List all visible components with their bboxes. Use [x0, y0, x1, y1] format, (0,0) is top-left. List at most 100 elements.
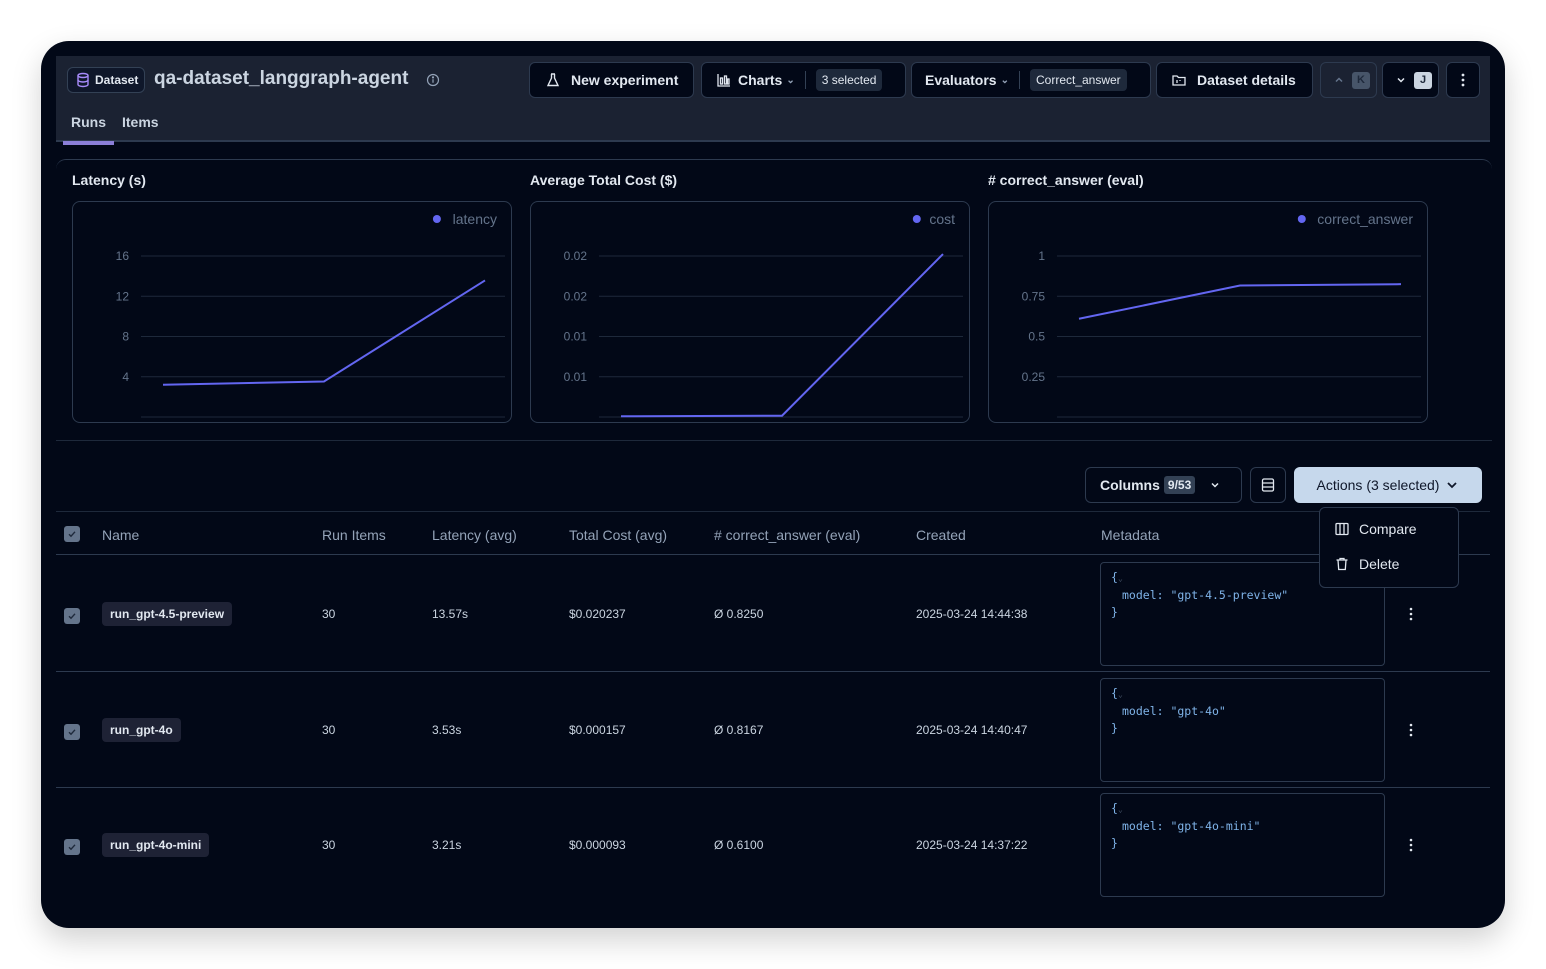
json-open-brace: {: [1111, 570, 1118, 584]
evaluators-button[interactable]: Evaluators ⌄ Correct_answer: [911, 62, 1151, 98]
run-items-cell: 30: [322, 723, 336, 737]
y-tick-label: 0.25: [1022, 370, 1046, 384]
y-tick-label: 4: [122, 370, 129, 384]
info-icon[interactable]: [426, 73, 440, 87]
chevron-down-icon: [1211, 482, 1219, 488]
new-experiment-button[interactable]: New experiment: [529, 62, 694, 98]
metadata-json[interactable]: {⌄ model: "gpt-4o" }: [1100, 678, 1385, 782]
row-height-button[interactable]: [1250, 467, 1286, 503]
more-vertical-icon: [1409, 838, 1413, 852]
database-icon: [77, 72, 89, 88]
correct-answer-chart-svg: 0.25 0.5 0.75 1 correct_answer: [1022, 211, 1421, 418]
dataset-details-button[interactable]: Dataset details: [1156, 62, 1313, 98]
divider: [1018, 71, 1020, 89]
divider: [804, 71, 806, 89]
chevron-down-icon: ⌄: [1000, 74, 1009, 86]
row-more-button[interactable]: [1402, 721, 1420, 739]
check-icon: [68, 531, 76, 538]
page-title: qa-dataset_langgraph-agent: [154, 68, 409, 89]
column-header-name[interactable]: Name: [102, 527, 139, 543]
table-row[interactable]: run_gpt-4o 30 3.53s $0.000157 Ø 0.8167 2…: [56, 672, 1490, 788]
charts-panel: Latency (s) 4 8 12 16 latency Average Total …: [56, 159, 1492, 441]
column-header-run-items[interactable]: Run Items: [322, 527, 386, 543]
column-header-correct-answer[interactable]: # correct_answer (eval): [714, 527, 860, 543]
column-header-metadata[interactable]: Metadata: [1101, 527, 1159, 543]
collapse-caret-icon[interactable]: ⌄: [1118, 574, 1123, 583]
latency-cell: 3.53s: [432, 723, 462, 737]
legend-marker: [1297, 215, 1306, 223]
columns-icon: [1335, 522, 1349, 536]
menu-item-compare[interactable]: Compare: [1334, 521, 1417, 537]
cost-cell: $0.020237: [569, 607, 626, 621]
tab-items[interactable]: Items: [114, 108, 167, 139]
chevron-down-icon: [1447, 482, 1458, 489]
y-tick-label: 0.01: [564, 330, 588, 344]
row-checkbox[interactable]: [64, 724, 80, 740]
json-line: model: "gpt-4o-mini": [1122, 819, 1261, 833]
chevron-up-icon: [1335, 77, 1343, 83]
chart-title: Latency (s): [72, 172, 146, 188]
tab-bar: Runs Items: [63, 108, 167, 145]
y-tick-label: 0.02: [564, 249, 588, 263]
more-options-button[interactable]: [1446, 62, 1480, 98]
menu-item-label: Compare: [1359, 521, 1417, 537]
row-checkbox[interactable]: [64, 839, 80, 855]
folder-icon: [1172, 75, 1186, 86]
legend-marker: [432, 215, 441, 223]
series-line: [620, 253, 944, 418]
check-icon: [68, 729, 76, 736]
table-row[interactable]: run_gpt-4.5-preview 30 13.57s $0.020237 …: [56, 556, 1490, 672]
run-name[interactable]: run_gpt-4.5-preview: [102, 602, 233, 626]
charts-button[interactable]: Charts ⌄ 3 selected: [701, 62, 906, 98]
latency-chart-svg: 4 8 12 16 latency: [116, 211, 505, 418]
previous-button[interactable]: K: [1320, 62, 1377, 98]
cost-cell: $0.000093: [569, 838, 626, 852]
bar-chart-icon: [717, 74, 730, 87]
series-line: [1078, 283, 1402, 320]
json-open-brace: {: [1111, 686, 1118, 700]
table-row[interactable]: run_gpt-4o-mini 30 3.21s $0.000093 Ø 0.6…: [56, 787, 1490, 903]
correct-answer-cell: Ø 0.8167: [714, 723, 764, 737]
next-button[interactable]: J: [1382, 62, 1439, 98]
app-window: Dataset qa-dataset_langgraph-agent Runs …: [41, 41, 1505, 928]
created-cell: 2025-03-24 14:44:38: [916, 607, 1028, 621]
y-tick-label: 12: [116, 289, 130, 303]
correct-answer-cell: Ø 0.6100: [714, 838, 764, 852]
chart-title: Average Total Cost ($): [530, 172, 678, 188]
json-line: model: "gpt-4.5-preview": [1122, 588, 1289, 602]
cost-chart-svg: 0.01 0.01 0.02 0.02 cost: [564, 211, 963, 418]
dataset-badge: Dataset: [67, 67, 146, 93]
run-items-cell: 30: [322, 607, 336, 621]
row-more-button[interactable]: [1402, 836, 1420, 854]
correct-answer-cell: Ø 0.8250: [714, 607, 764, 621]
collapse-caret-icon[interactable]: ⌄: [1118, 690, 1123, 699]
select-all-checkbox[interactable]: [64, 526, 80, 542]
columns-button[interactable]: Columns 9/53: [1085, 467, 1242, 503]
json-line: model: "gpt-4o": [1122, 704, 1226, 718]
column-header-created[interactable]: Created: [916, 527, 966, 543]
charts-selected-chip: 3 selected: [815, 69, 883, 91]
column-header-total-cost[interactable]: Total Cost (avg): [569, 527, 667, 543]
actions-button[interactable]: Actions (3 selected): [1294, 467, 1482, 503]
row-checkbox[interactable]: [64, 608, 80, 624]
evaluators-selected-chip: Correct_answer: [1029, 69, 1127, 91]
y-tick-label: 0.5: [1028, 330, 1045, 344]
legend-label: latency: [453, 211, 497, 227]
run-name[interactable]: run_gpt-4o-mini: [102, 833, 210, 857]
chart-title: # correct_answer (eval): [988, 172, 1144, 188]
row-more-button[interactable]: [1402, 605, 1420, 623]
latency-cell: 3.21s: [432, 838, 462, 852]
y-tick-label: 1: [1038, 249, 1045, 263]
y-tick-label: 0.02: [564, 289, 588, 303]
collapse-caret-icon[interactable]: ⌄: [1118, 805, 1123, 814]
legend-label: correct_answer: [1317, 211, 1413, 227]
page-header: Dataset qa-dataset_langgraph-agent Runs …: [56, 56, 1490, 145]
trash-icon: [1336, 557, 1348, 571]
metadata-json[interactable]: {⌄ model: "gpt-4o-mini" }: [1100, 793, 1385, 897]
run-name[interactable]: run_gpt-4o: [102, 718, 181, 742]
check-icon: [68, 844, 76, 851]
column-header-latency[interactable]: Latency (avg): [432, 527, 517, 543]
evaluators-label: Evaluators: [925, 72, 997, 88]
menu-item-delete[interactable]: Delete: [1334, 556, 1399, 572]
tab-runs[interactable]: Runs: [63, 108, 114, 145]
